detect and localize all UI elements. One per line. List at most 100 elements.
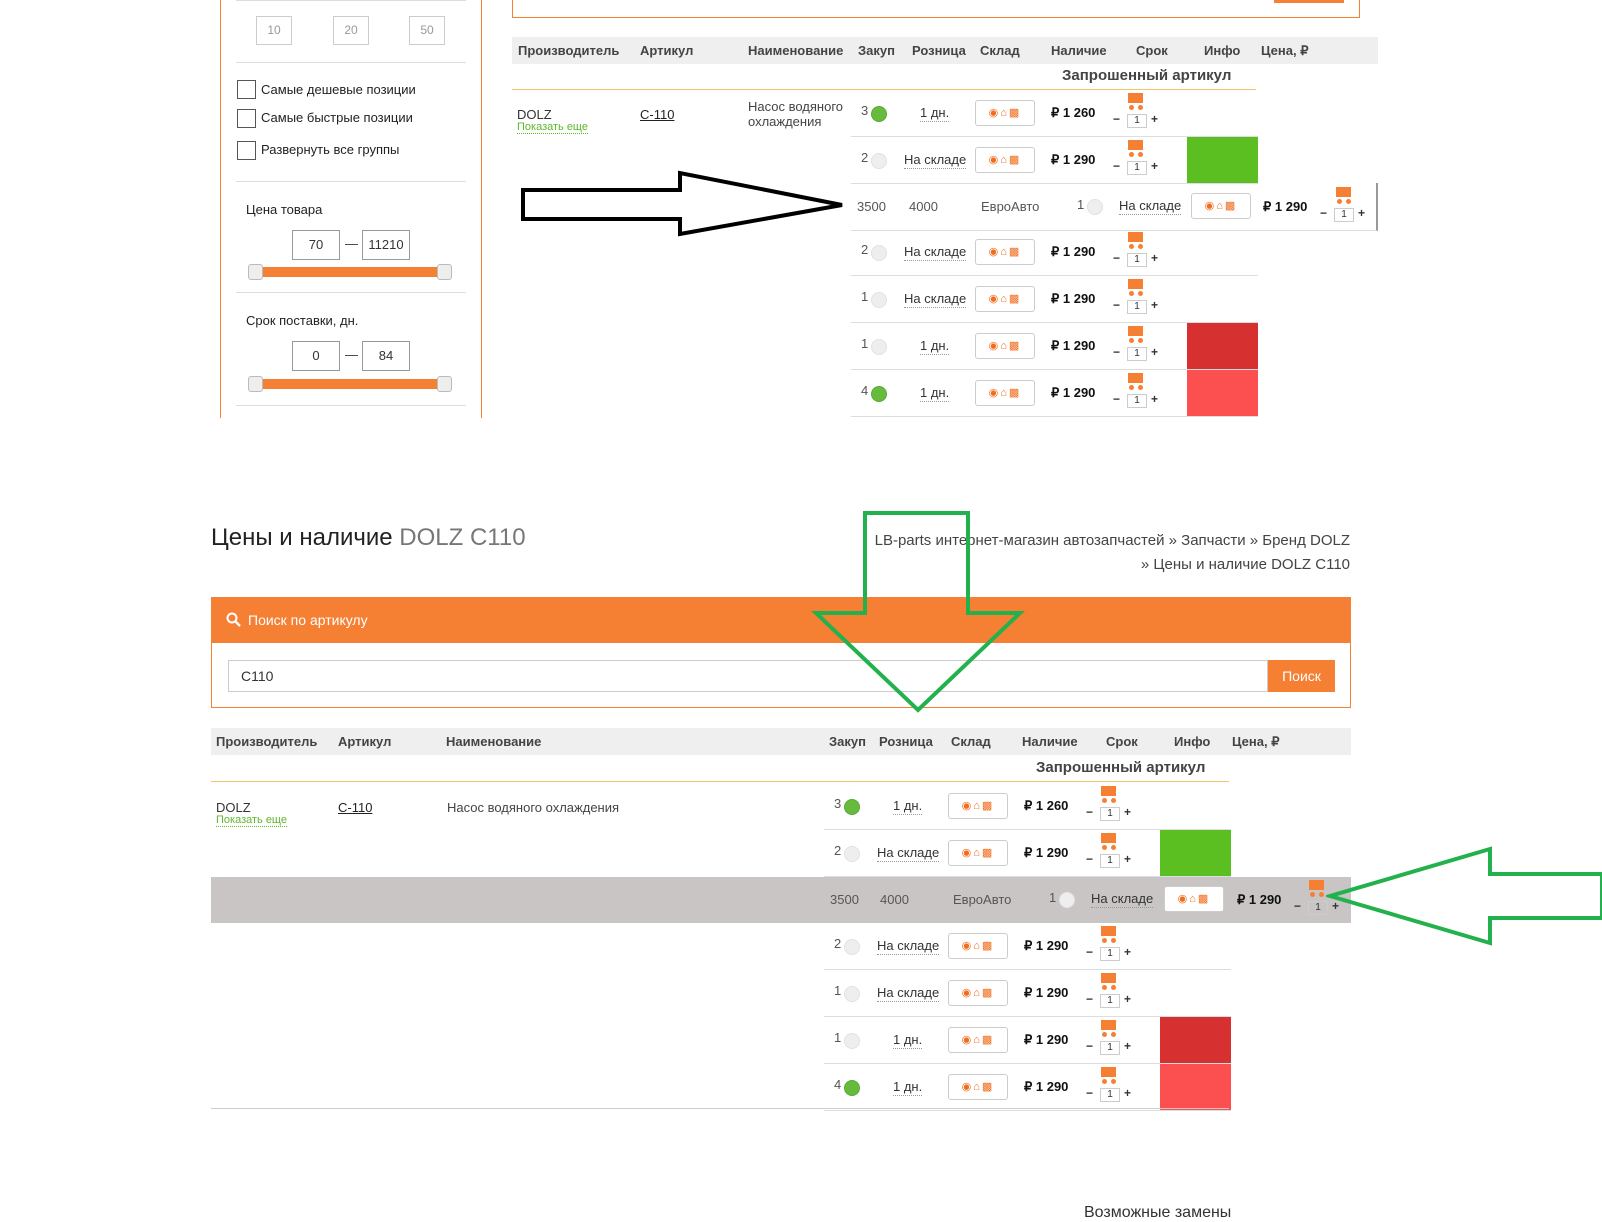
quantity-input[interactable]: 1 xyxy=(1334,208,1354,222)
info-icons[interactable]: ◉⌂▩ xyxy=(948,1074,1008,1100)
offer-row[interactable]: 2 На складе ◉⌂▩ ₽ 1 290 −1 + xyxy=(851,137,1258,184)
quantity-stepper[interactable]: −1 + xyxy=(1113,345,1165,362)
cart-icon[interactable] xyxy=(1099,1067,1119,1085)
plus-button[interactable]: + xyxy=(1151,112,1158,126)
quantity-input[interactable]: 1 xyxy=(1100,854,1120,868)
delivery-from-input[interactable]: 0 xyxy=(292,341,340,371)
quantity-stepper[interactable]: −1 + xyxy=(1086,805,1138,822)
plus-button[interactable]: + xyxy=(1124,852,1131,866)
cart-icon[interactable] xyxy=(1126,140,1146,158)
cart-icon[interactable] xyxy=(1099,1020,1119,1038)
quantity-stepper[interactable]: −1 + xyxy=(1113,159,1165,176)
show-more-link[interactable]: Показать еще xyxy=(517,121,588,134)
offer-row-highlight[interactable]: 3500 4000 ЕвроАвто 1 На складе ◉⌂▩ ₽ 1 2… xyxy=(851,183,1378,231)
info-icons[interactable]: ◉⌂▩ xyxy=(1164,886,1224,912)
info-icons[interactable]: ◉⌂▩ xyxy=(975,380,1035,406)
offer-row[interactable]: 11 дн. ◉⌂▩ ₽ 1 290−1 + xyxy=(851,323,1258,370)
cart-icon[interactable] xyxy=(1099,926,1119,944)
plus-button[interactable]: + xyxy=(1124,1086,1131,1100)
minus-button[interactable]: − xyxy=(1113,159,1120,173)
offer-row[interactable]: 2 На складе ◉⌂▩ ₽ 1 290 −1 + xyxy=(851,229,1258,276)
price-to-input[interactable]: 11210 xyxy=(362,230,410,260)
price-slider[interactable] xyxy=(248,264,452,280)
minus-button[interactable]: − xyxy=(1113,345,1120,359)
offer-row[interactable]: 4 1 дн. ◉⌂▩ ₽ 1 290 −1 + xyxy=(851,370,1258,417)
plus-button[interactable]: + xyxy=(1151,392,1158,406)
offer-row[interactable]: 11 дн. ◉⌂▩ ₽ 1 290−1 + xyxy=(824,1017,1231,1064)
plus-button[interactable]: + xyxy=(1151,298,1158,312)
plus-button[interactable]: + xyxy=(1124,1039,1131,1053)
quantity-input[interactable]: 1 xyxy=(1127,253,1147,267)
info-icons[interactable]: ◉⌂▩ xyxy=(975,100,1035,126)
info-icons[interactable]: ◉⌂▩ xyxy=(975,333,1035,359)
minus-button[interactable]: − xyxy=(1086,805,1093,819)
offer-row[interactable]: 1 На складе ◉⌂▩ ₽ 1 290−1 + xyxy=(824,970,1231,1017)
minus-button[interactable]: − xyxy=(1086,945,1093,959)
plus-button[interactable]: + xyxy=(1358,206,1365,220)
quantity-stepper[interactable]: −1 + xyxy=(1113,112,1165,129)
offer-row[interactable]: 3 1 дн. ◉⌂▩ ₽ 1 260 −1 + xyxy=(824,783,1231,830)
info-icons[interactable]: ◉⌂▩ xyxy=(975,239,1035,265)
quantity-stepper[interactable]: −1 + xyxy=(1086,945,1138,962)
info-icons[interactable]: ◉⌂▩ xyxy=(948,1027,1008,1053)
quantity-stepper[interactable]: −1 + xyxy=(1086,852,1138,869)
minus-button[interactable]: − xyxy=(1086,852,1093,866)
quantity-input[interactable]: 1 xyxy=(1100,807,1120,821)
search-button[interactable]: Поиск xyxy=(1268,660,1335,692)
expand-groups-checkbox[interactable] xyxy=(237,141,256,160)
quantity-input[interactable]: 1 xyxy=(1308,901,1328,915)
per-page-50[interactable]: 50 xyxy=(409,16,445,45)
info-icons[interactable]: ◉⌂▩ xyxy=(948,793,1008,819)
plus-button[interactable]: + xyxy=(1124,945,1131,959)
per-page-20[interactable]: 20 xyxy=(333,16,369,45)
slider-handle-max[interactable] xyxy=(437,264,452,280)
cart-icon[interactable] xyxy=(1099,833,1119,851)
quantity-stepper[interactable]: −1 + xyxy=(1113,251,1165,268)
quantity-input[interactable]: 1 xyxy=(1100,994,1120,1008)
delivery-to-input[interactable]: 84 xyxy=(362,341,410,371)
show-more-link[interactable]: Показать еще xyxy=(216,814,287,827)
plus-button[interactable]: + xyxy=(1124,992,1131,1006)
plus-button[interactable]: + xyxy=(1124,805,1131,819)
quantity-stepper[interactable]: −1 + xyxy=(1113,298,1165,315)
offer-row[interactable]: 1 На складе ◉⌂▩ ₽ 1 290−1 + xyxy=(851,276,1258,323)
minus-button[interactable]: − xyxy=(1086,992,1093,1006)
cart-icon[interactable] xyxy=(1099,973,1119,991)
quantity-stepper[interactable]: −1 + xyxy=(1086,1039,1138,1056)
cart-icon[interactable] xyxy=(1126,93,1146,111)
minus-button[interactable]: − xyxy=(1113,392,1120,406)
quantity-input[interactable]: 1 xyxy=(1100,1041,1120,1055)
info-icons[interactable]: ◉⌂▩ xyxy=(1191,193,1251,219)
breadcrumb-line-2[interactable]: » Цены и наличие DOLZ C110 xyxy=(1141,556,1350,573)
minus-button[interactable]: − xyxy=(1113,298,1120,312)
quantity-input[interactable]: 1 xyxy=(1100,947,1120,961)
minus-button[interactable]: − xyxy=(1320,206,1327,220)
delivery-slider[interactable] xyxy=(248,376,452,392)
info-icons[interactable]: ◉⌂▩ xyxy=(948,980,1008,1006)
quantity-input[interactable]: 1 xyxy=(1127,300,1147,314)
offer-row[interactable]: 2 На складе ◉⌂▩ ₽ 1 290 −1 + xyxy=(824,923,1231,970)
article-link[interactable]: C-110 xyxy=(338,800,372,815)
quantity-input[interactable]: 1 xyxy=(1100,1088,1120,1102)
offer-row[interactable]: 4 1 дн. ◉⌂▩ ₽ 1 290 −1 + xyxy=(824,1064,1231,1111)
slider-handle-min[interactable] xyxy=(248,376,263,392)
plus-button[interactable]: + xyxy=(1151,159,1158,173)
quantity-stepper[interactable]: −1 + xyxy=(1113,392,1165,409)
minus-button[interactable]: − xyxy=(1294,899,1301,913)
info-icons[interactable]: ◉⌂▩ xyxy=(975,147,1035,173)
info-icons[interactable]: ◉⌂▩ xyxy=(948,840,1008,866)
cart-icon[interactable] xyxy=(1126,279,1146,297)
plus-button[interactable]: + xyxy=(1151,251,1158,265)
plus-button[interactable]: + xyxy=(1151,345,1158,359)
offer-row-highlight[interactable]: 3500 4000 ЕвроАвто 1 На складе ◉⌂▩ ₽ 1 2… xyxy=(211,877,1351,923)
article-link[interactable]: C-110 xyxy=(640,107,674,122)
minus-button[interactable]: − xyxy=(1086,1086,1093,1100)
minus-button[interactable]: − xyxy=(1113,251,1120,265)
quantity-stepper[interactable]: − 1 + xyxy=(1320,206,1372,223)
per-page-10[interactable]: 10 xyxy=(256,16,292,45)
info-icons[interactable]: ◉⌂▩ xyxy=(975,286,1035,312)
slider-handle-min[interactable] xyxy=(248,264,263,280)
quantity-input[interactable]: 1 xyxy=(1127,161,1147,175)
offer-row[interactable]: 2 На складе ◉⌂▩ ₽ 1 290 −1 + xyxy=(824,830,1231,877)
cart-icon[interactable] xyxy=(1126,326,1146,344)
